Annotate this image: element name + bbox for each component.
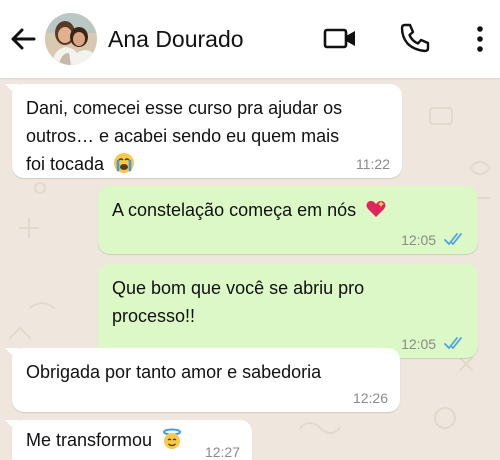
message-meta: 12:05 [401, 232, 466, 248]
crying-face-icon [114, 153, 135, 173]
message-text: Obrigada por tanto amor e sabedoria [26, 358, 321, 386]
message-line: A constelação começa em nós [112, 200, 357, 220]
read-receipt-icon [444, 233, 462, 245]
message-line: Dani, comecei esse curso pra ajudar os [26, 98, 343, 118]
message-time: 12:05 [401, 232, 437, 248]
avatar[interactable] [45, 13, 97, 65]
phone-call-icon[interactable] [398, 21, 432, 55]
more-options-icon[interactable] [470, 22, 490, 56]
message-bubble-incoming[interactable]: Obrigada por tanto amor e sabedoria 12:2… [5, 348, 400, 412]
message-line: processo!! [112, 306, 196, 326]
message-text: Que bom que você se abriu pro processo!! [112, 274, 364, 330]
message-line: Que bom que você se abriu pro [112, 278, 365, 298]
message-meta: 12:05 [401, 336, 466, 352]
back-arrow-icon[interactable] [8, 24, 38, 54]
message-line-text: foi tocada [26, 154, 105, 174]
contact-name[interactable]: Ana Dourado [108, 24, 244, 54]
sparkling-heart-icon [366, 200, 386, 217]
chat-area[interactable]: Dani, comecei esse curso pra ajudar os o… [0, 78, 500, 460]
message-line: foi tocada [26, 150, 342, 178]
read-receipt-icon [444, 337, 462, 349]
bubble-tail [5, 84, 19, 98]
message-text: Dani, comecei esse curso pra ajudar os o… [26, 94, 342, 178]
message-bubble-outgoing[interactable]: A constelação começa em nós 12:05 [98, 186, 478, 254]
message-time: 12:05 [401, 336, 437, 352]
message-bubble-incoming[interactable]: Me transformou 12:27 [5, 420, 252, 460]
bubble-tail [5, 348, 19, 362]
message-time: 12:26 [352, 390, 388, 406]
bubble-tail [5, 420, 19, 434]
chat-header: Ana Dourado [0, 0, 500, 78]
message-bubble-outgoing[interactable]: Que bom que você se abriu pro processo!!… [98, 264, 478, 358]
message-text: Me transformou [26, 426, 183, 454]
message-line: outros… e acabei sendo eu quem mais [26, 126, 340, 146]
message-text: A constelação começa em nós [112, 196, 387, 224]
face-with-halo-icon [163, 428, 182, 449]
message-line: Obrigada por tanto amor e sabedoria [26, 362, 322, 382]
video-call-icon[interactable] [322, 22, 358, 54]
message-time: 11:22 [356, 156, 390, 172]
message-time: 12:27 [204, 444, 240, 460]
message-line: Me transformou [26, 430, 153, 450]
message-bubble-incoming[interactable]: Dani, comecei esse curso pra ajudar os o… [5, 84, 402, 178]
